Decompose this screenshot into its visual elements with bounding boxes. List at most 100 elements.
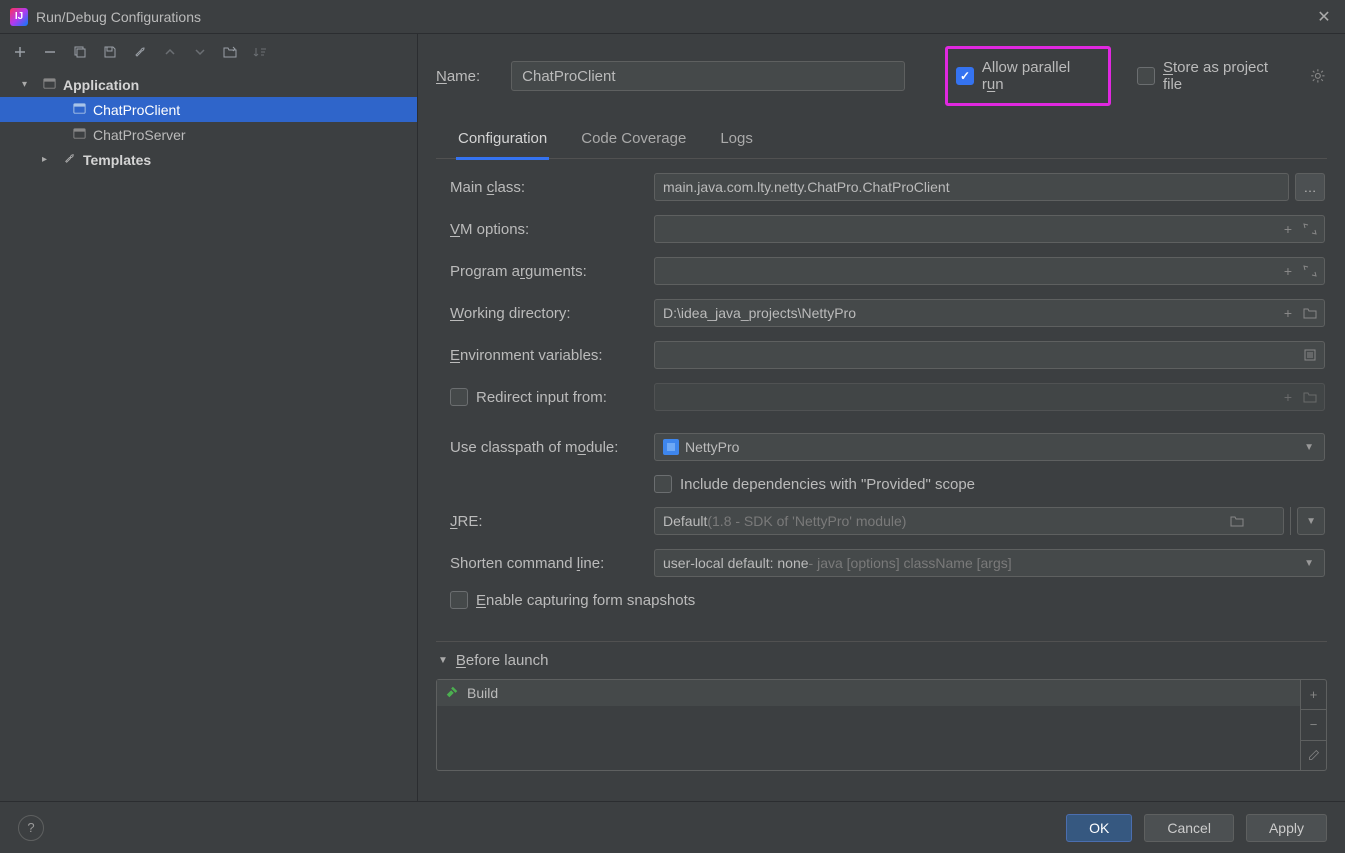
insert-macro-icon[interactable]: + xyxy=(1280,263,1296,279)
working-directory-input[interactable]: D:\idea_java_projects\NettyPro + xyxy=(654,299,1325,327)
allow-parallel-checkbox[interactable]: Allow parallel run Allow parallel run xyxy=(956,59,1094,93)
move-up-button[interactable] xyxy=(160,42,180,62)
app-icon: IJ xyxy=(10,8,28,26)
add-config-button[interactable] xyxy=(10,42,30,62)
allow-parallel-highlight: Allow parallel run Allow parallel run xyxy=(945,46,1111,106)
remove-config-button[interactable] xyxy=(40,42,60,62)
browse-folder-icon[interactable] xyxy=(1229,513,1245,529)
help-button[interactable]: ? xyxy=(18,815,44,841)
remove-task-button[interactable]: − xyxy=(1301,710,1326,740)
checkbox-label: Enable capturing form snapshots xyxy=(476,592,695,609)
insert-macro-icon[interactable]: + xyxy=(1280,305,1296,321)
checkbox-label: Allow parallel run xyxy=(982,59,1094,93)
program-arguments-label: Program arguments:Program arguments: xyxy=(450,263,646,280)
configuration-form: Main class:Main class: main.java.com.lty… xyxy=(436,159,1327,623)
before-launch-title[interactable]: ▼ Before launch Before launch xyxy=(436,652,1327,669)
before-launch-item-build[interactable]: Build xyxy=(437,680,1300,706)
insert-macro-icon[interactable]: + xyxy=(1280,389,1296,405)
redirect-input-label: Redirect input from: xyxy=(476,389,607,406)
expand-icon[interactable] xyxy=(1302,263,1318,279)
titlebar: IJ Run/Debug Configurations ✕ xyxy=(0,0,1345,34)
expand-icon: ▸ xyxy=(42,154,56,165)
tabs: Configuration Code Coverage Logs xyxy=(436,124,1327,159)
vm-options-input[interactable]: + xyxy=(654,215,1325,243)
tree-label: Templates xyxy=(83,152,151,168)
browse-folder-icon[interactable] xyxy=(1302,389,1318,405)
config-tree: ▾ Application ChatProClient ChatProServe… xyxy=(0,70,417,801)
module-icon xyxy=(663,439,679,455)
shorten-command-dropdown[interactable]: user-local default: none - java [options… xyxy=(654,549,1325,577)
checkbox-label: Store as project file xyxy=(1163,59,1289,93)
expand-icon: ▾ xyxy=(22,79,36,90)
before-launch-list: Build + − xyxy=(436,679,1327,771)
main-class-input[interactable]: main.java.com.lty.netty.ChatPro.ChatProC… xyxy=(654,173,1289,201)
main-class-label: Main class:Main class: xyxy=(450,179,646,196)
tab-configuration[interactable]: Configuration xyxy=(456,124,549,160)
browse-folder-icon[interactable] xyxy=(1302,305,1318,321)
checkbox-icon xyxy=(450,591,468,609)
redirect-input-field[interactable]: + xyxy=(654,383,1325,411)
gear-icon[interactable] xyxy=(1309,67,1327,85)
application-icon xyxy=(72,101,87,119)
program-arguments-input[interactable]: + xyxy=(654,257,1325,285)
edit-task-button[interactable] xyxy=(1301,741,1326,770)
copy-config-button[interactable] xyxy=(70,42,90,62)
chevron-down-icon: ▼ xyxy=(1304,558,1314,569)
list-icon[interactable] xyxy=(1302,347,1318,363)
tree-label: Application xyxy=(63,77,139,93)
config-name-input[interactable] xyxy=(511,61,905,91)
checkbox-icon xyxy=(1137,67,1155,85)
sort-button[interactable] xyxy=(250,42,270,62)
tree-label: ChatProClient xyxy=(93,102,180,118)
name-label: NName:ame: xyxy=(436,68,491,85)
move-down-button[interactable] xyxy=(190,42,210,62)
tab-logs[interactable]: Logs xyxy=(718,124,755,158)
wrench-icon xyxy=(62,151,77,169)
cancel-button[interactable]: Cancel xyxy=(1144,814,1234,842)
shorten-command-label: Shorten command line:Shorten command lin… xyxy=(450,555,646,572)
store-as-project-checkbox[interactable]: Store as project file Store as project f… xyxy=(1137,59,1289,93)
add-task-button[interactable]: + xyxy=(1301,680,1326,710)
tree-item-chatproserver[interactable]: ChatProServer xyxy=(0,122,417,147)
wrench-icon[interactable] xyxy=(130,42,150,62)
sidebar-toolbar xyxy=(0,34,417,70)
vm-options-label: VM options:VM options: xyxy=(450,221,646,238)
insert-macro-icon[interactable]: + xyxy=(1280,221,1296,237)
include-provided-checkbox[interactable]: Include dependencies with "Provided" sco… xyxy=(654,475,975,493)
before-launch-item-label: Build xyxy=(467,685,498,701)
environment-variables-label: Environment variables:Environment variab… xyxy=(450,347,646,364)
browse-main-class-button[interactable]: … xyxy=(1295,173,1325,201)
save-config-button[interactable] xyxy=(100,42,120,62)
before-launch-section: ▼ Before launch Before launch Build + − xyxy=(436,641,1327,771)
environment-variables-input[interactable] xyxy=(654,341,1325,369)
content-panel: NName:ame: Allow parallel run Allow para… xyxy=(418,34,1345,801)
tree-item-chatproclient[interactable]: ChatProClient xyxy=(0,97,417,122)
classpath-module-label: Use classpath of module:Use classpath of… xyxy=(450,439,646,456)
tree-node-application[interactable]: ▾ Application xyxy=(0,72,417,97)
enable-snapshots-checkbox[interactable]: Enable capturing form snapshots Enable c… xyxy=(450,591,695,609)
chevron-down-icon: ▼ xyxy=(438,655,448,666)
apply-button[interactable]: Apply xyxy=(1246,814,1327,842)
dialog-footer: ? OK Cancel Apply xyxy=(0,801,1345,853)
tree-node-templates[interactable]: ▸ Templates xyxy=(0,147,417,172)
jre-dropdown[interactable]: Default (1.8 - SDK of 'NettyPro' module) xyxy=(654,507,1284,535)
expand-icon[interactable] xyxy=(1302,221,1318,237)
checkbox-icon xyxy=(956,67,974,85)
tab-code-coverage[interactable]: Code Coverage xyxy=(579,124,688,158)
chevron-down-icon: ▼ xyxy=(1304,442,1314,453)
window-title: Run/Debug Configurations xyxy=(36,9,1313,25)
checkbox-icon xyxy=(654,475,672,493)
close-button[interactable]: ✕ xyxy=(1313,6,1335,28)
tree-label: ChatProServer xyxy=(93,127,186,143)
jre-label: JRE:JRE: xyxy=(450,513,646,530)
ok-button[interactable]: OK xyxy=(1066,814,1132,842)
application-icon xyxy=(42,76,57,94)
application-icon xyxy=(72,126,87,144)
folder-button[interactable] xyxy=(220,42,240,62)
redirect-input-checkbox[interactable] xyxy=(450,388,468,406)
classpath-module-dropdown[interactable]: NettyPro ▼ xyxy=(654,433,1325,461)
jre-dropdown-button[interactable]: ▼ xyxy=(1297,507,1325,535)
separator xyxy=(1290,507,1291,535)
hammer-icon xyxy=(445,685,459,702)
sidebar: ▾ Application ChatProClient ChatProServe… xyxy=(0,34,418,801)
